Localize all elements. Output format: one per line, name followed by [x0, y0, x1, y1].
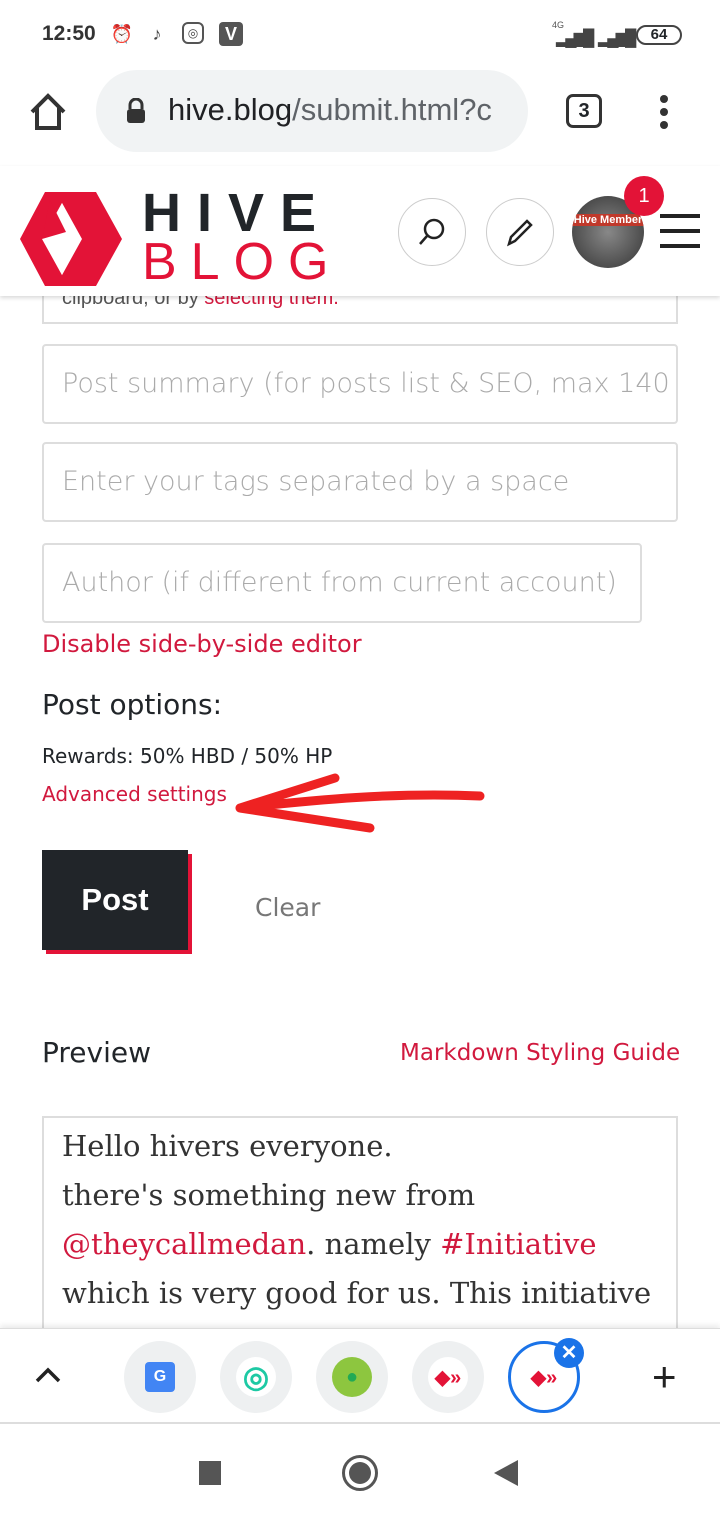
red-arrow-annotation [235, 773, 485, 833]
alarm-icon: ⏰ [110, 24, 134, 44]
tab-chat-app[interactable]: ◎ [220, 1341, 292, 1413]
preview-heading: Preview [42, 1036, 151, 1069]
lock-icon [125, 97, 147, 124]
post-summary-input[interactable]: Post summary (for posts list & SEO, max … [42, 344, 678, 424]
browser-menu-button[interactable] [656, 94, 672, 130]
tab-coingecko[interactable]: ● [316, 1341, 388, 1413]
tab-switcher-button[interactable]: 3 [566, 94, 602, 128]
author-input[interactable]: Author (if different from current accoun… [42, 543, 642, 623]
search-icon [419, 218, 445, 245]
home-nav-button[interactable] [342, 1455, 378, 1491]
markdown-guide-link[interactable]: Markdown Styling Guide [400, 1040, 680, 1066]
rewards-text: Rewards: 50% HBD / 50% HP [42, 744, 333, 768]
preview-line: Hello hivers everyone. [62, 1129, 393, 1163]
post-button[interactable]: Post [42, 850, 188, 950]
menu-icon [660, 214, 700, 248]
tab-google-translate[interactable]: G [124, 1341, 196, 1413]
more-vert-icon [660, 95, 668, 129]
system-nav-bar [0, 1424, 720, 1520]
tab-hive[interactable]: ◆» [412, 1341, 484, 1413]
instagram-icon: ◎ [182, 22, 204, 44]
chevron-up-icon [35, 1367, 61, 1383]
expand-button[interactable] [34, 1365, 62, 1390]
disable-side-by-side-link[interactable]: Disable side-by-side editor [42, 630, 362, 658]
hamburger-menu-button[interactable] [660, 214, 700, 248]
advanced-settings-link[interactable]: Advanced settings [42, 782, 227, 806]
signal-icon-2: ▂▄▆█ [598, 30, 636, 47]
status-bar: 12:50 ⏰ ♪ ◎ V 4G ▂▄▆█ ▂▄▆█ 64 [0, 0, 720, 68]
logo-hive-text: HIVE [142, 183, 333, 243]
url-host: hive.blog [168, 92, 293, 127]
post-options-heading: Post options: [42, 688, 223, 721]
chat-app-icon: ◎ [236, 1357, 276, 1397]
hive-icon: ◆» [428, 1357, 468, 1397]
url-path: /submit.html?c [292, 92, 492, 127]
battery-indicator: 64 [636, 25, 682, 45]
hashtag-link[interactable]: #Initiative [440, 1227, 596, 1261]
add-tab-button[interactable]: + [652, 1356, 677, 1398]
recents-button[interactable] [199, 1461, 221, 1485]
clear-button[interactable]: Clear [255, 893, 320, 922]
pencil-icon [507, 219, 533, 247]
write-post-button[interactable] [486, 198, 554, 266]
home-button[interactable] [28, 92, 68, 137]
preview-line: there's something new from [62, 1178, 476, 1212]
google-translate-icon: G [145, 1362, 175, 1392]
clock: 12:50 [42, 22, 96, 45]
avatar-text: Hive Member [572, 214, 644, 226]
signal-icon: ▂▄▆█ [556, 30, 594, 47]
mention-link[interactable]: @theycallmedan [62, 1227, 306, 1261]
site-header: HIVE BLOG Hive Member [0, 166, 720, 296]
home-icon [30, 93, 66, 130]
hive-logo[interactable] [20, 192, 124, 291]
back-button[interactable] [494, 1460, 518, 1486]
v-app-icon: V [219, 22, 243, 46]
url-text[interactable]: hive.blog/submit.html?c [168, 92, 492, 128]
home-circle-icon [349, 1462, 371, 1484]
tiktok-icon: ♪ [152, 24, 162, 44]
coingecko-icon: ● [332, 1357, 372, 1397]
hive-logo-icon [20, 192, 122, 286]
logo-blog-text: BLOG [142, 233, 343, 291]
preview-line: which is very good for us. This initiati… [62, 1276, 652, 1310]
preview-line: @theycallmedan. namely #Initiative [62, 1220, 658, 1269]
search-button[interactable] [398, 198, 466, 266]
close-tab-button[interactable]: ✕ [554, 1338, 584, 1368]
notification-badge[interactable]: 1 [624, 176, 664, 216]
preview-text: . namely [306, 1227, 441, 1261]
tags-input[interactable]: Enter your tags separated by a space [42, 442, 678, 522]
